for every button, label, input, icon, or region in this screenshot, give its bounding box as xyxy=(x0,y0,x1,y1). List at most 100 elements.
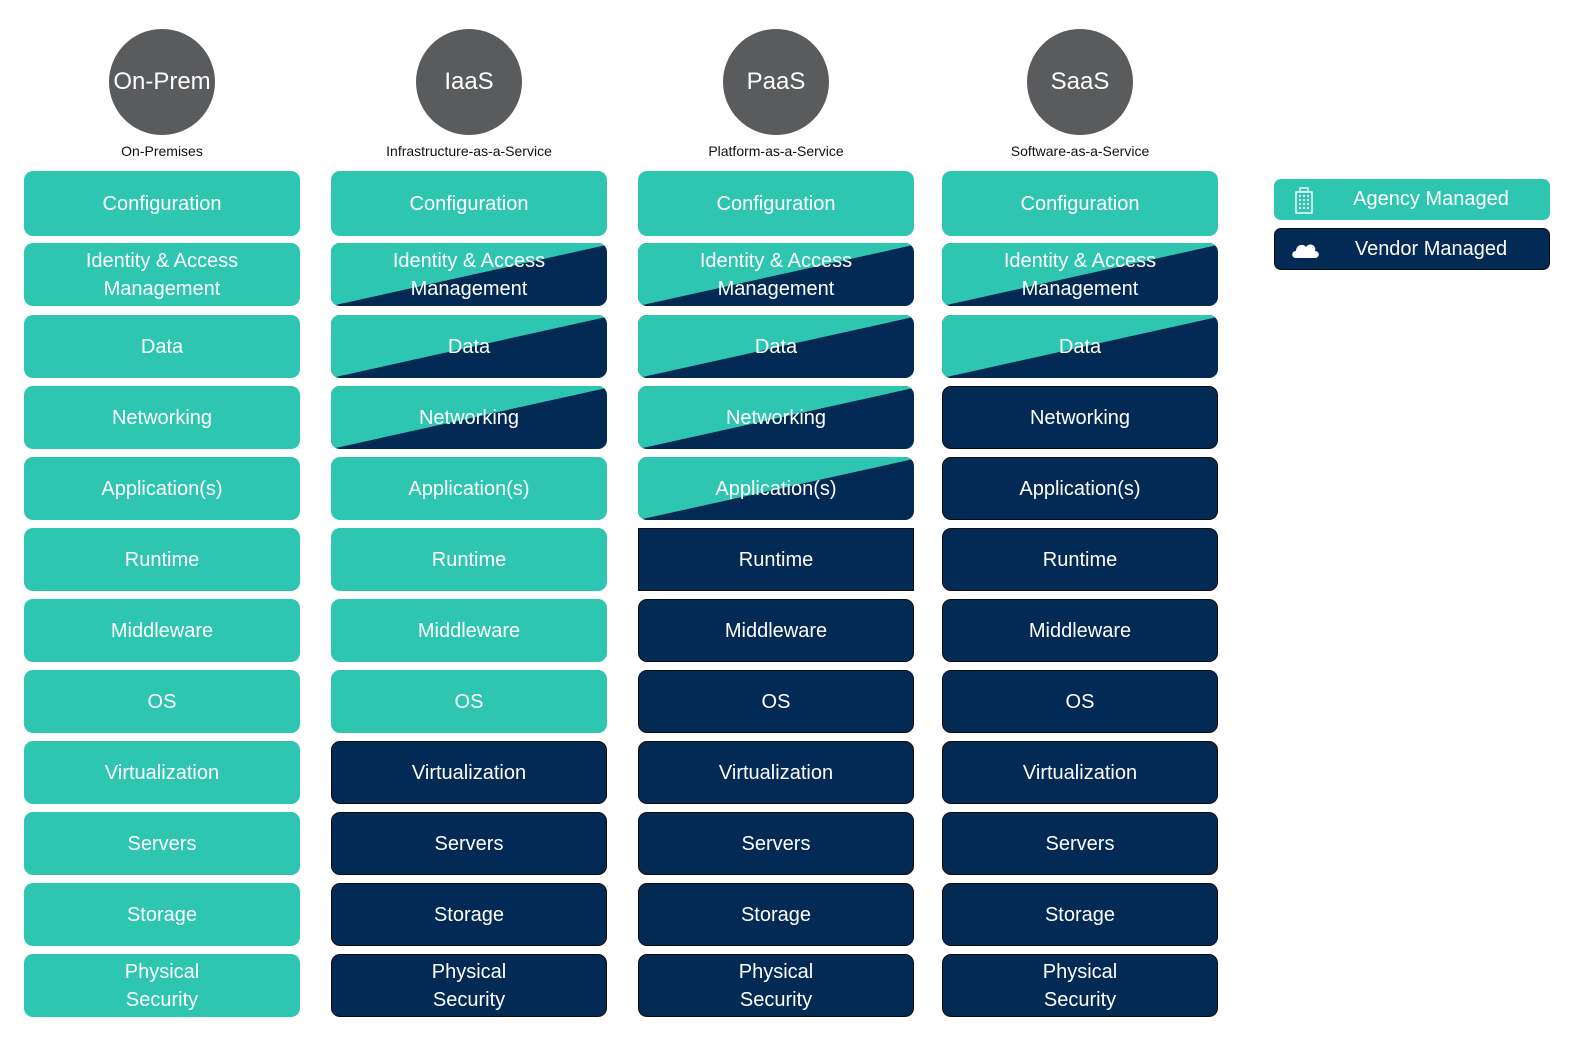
layer-label: Identity & Access Management xyxy=(85,249,239,300)
layer-label: Virtualization xyxy=(1022,761,1138,784)
layer-label: Storage xyxy=(1044,903,1116,926)
layer-tile-runtime-vendor: Runtime xyxy=(638,528,914,591)
layer-label: Runtime xyxy=(738,548,814,571)
layer-label: Middleware xyxy=(1028,619,1132,642)
layer-tile-os-vendor: OS xyxy=(942,670,1218,733)
layer-label: Runtime xyxy=(431,548,507,571)
layer-label: Application(s) xyxy=(408,477,530,500)
layer-tile-middleware-agency: Middleware xyxy=(24,599,300,662)
layer-tile-os-agency: OS xyxy=(24,670,300,733)
layer-label: Application(s) xyxy=(1019,477,1141,500)
layer-tile-os-agency: OS xyxy=(331,670,607,733)
layer-tile-application-s-vendor: Application(s) xyxy=(942,457,1218,520)
layer-tile-servers-vendor: Servers xyxy=(638,812,914,875)
cloud-icon xyxy=(1275,239,1335,259)
model-subtitle: On-Premises xyxy=(121,143,203,159)
layer-tile-configuration-agency: Configuration xyxy=(942,171,1218,236)
layer-tile-identity-access-management-shared: Identity & Access Management xyxy=(942,243,1218,306)
layer-label: Data xyxy=(1058,335,1102,358)
layer-label: OS xyxy=(454,690,484,713)
layer-label: Identity & Access Management xyxy=(699,249,853,300)
layer-label: Identity & Access Management xyxy=(392,249,546,300)
layer-tile-configuration-agency: Configuration xyxy=(24,171,300,236)
layer-tile-virtualization-vendor: Virtualization xyxy=(942,741,1218,804)
model-badge: On-Prem xyxy=(109,29,215,135)
layer-label: Data xyxy=(754,335,798,358)
layer-tile-networking-shared: Networking xyxy=(331,386,607,449)
layer-tile-servers-vendor: Servers xyxy=(331,812,607,875)
layer-label: Servers xyxy=(127,832,197,855)
building-icon xyxy=(1274,186,1334,214)
layer-tile-physical-security-agency: Physical Security xyxy=(24,954,300,1017)
layer-tile-storage-vendor: Storage xyxy=(638,883,914,946)
layer-tile-runtime-vendor: Runtime xyxy=(942,528,1218,591)
layer-label: Application(s) xyxy=(101,477,223,500)
layer-tile-virtualization-vendor: Virtualization xyxy=(638,741,914,804)
layer-label: Runtime xyxy=(1042,548,1118,571)
layer-label: Virtualization xyxy=(411,761,527,784)
layer-label: Storage xyxy=(126,903,198,926)
layer-label: Data xyxy=(447,335,491,358)
layer-label: Configuration xyxy=(102,192,222,215)
layer-tile-networking-shared: Networking xyxy=(638,386,914,449)
layer-tile-virtualization-vendor: Virtualization xyxy=(331,741,607,804)
layer-label: Physical Security xyxy=(124,960,200,1011)
layer-label: Networking xyxy=(1029,406,1131,429)
layer-tile-storage-agency: Storage xyxy=(24,883,300,946)
layer-tile-application-s-agency: Application(s) xyxy=(24,457,300,520)
layer-label: Physical Security xyxy=(1042,960,1118,1011)
layer-label: Virtualization xyxy=(104,761,220,784)
model-subtitle: Software-as-a-Service xyxy=(1010,143,1150,159)
layer-tile-physical-security-vendor: Physical Security xyxy=(942,954,1218,1017)
layer-label: OS xyxy=(761,690,791,713)
layer-label: OS xyxy=(147,690,177,713)
layer-tile-application-s-agency: Application(s) xyxy=(331,457,607,520)
layer-tile-configuration-agency: Configuration xyxy=(638,171,914,236)
layer-tile-networking-vendor: Networking xyxy=(942,386,1218,449)
layer-label: Physical Security xyxy=(738,960,814,1011)
legend-label: Vendor Managed xyxy=(1354,237,1508,260)
layer-tile-middleware-vendor: Middleware xyxy=(942,599,1218,662)
legend-vendor-managed: Vendor Managed xyxy=(1274,228,1550,270)
layer-label: Middleware xyxy=(724,619,828,642)
layer-label: Application(s) xyxy=(715,477,837,500)
model-badge: PaaS xyxy=(723,29,829,135)
layer-label: Storage xyxy=(433,903,505,926)
layer-tile-os-vendor: OS xyxy=(638,670,914,733)
layer-tile-data-shared: Data xyxy=(331,315,607,378)
layer-label: Virtualization xyxy=(718,761,834,784)
model-badge: IaaS xyxy=(416,29,522,135)
legend-label: Agency Managed xyxy=(1353,188,1509,210)
layer-label: Servers xyxy=(434,832,504,855)
layer-tile-virtualization-agency: Virtualization xyxy=(24,741,300,804)
layer-tile-middleware-agency: Middleware xyxy=(331,599,607,662)
model-badge: SaaS xyxy=(1027,29,1133,135)
layer-tile-data-shared: Data xyxy=(638,315,914,378)
layer-tile-application-s-shared: Application(s) xyxy=(638,457,914,520)
layer-label: Storage xyxy=(740,903,812,926)
layer-label: Servers xyxy=(741,832,811,855)
layer-label: Physical Security xyxy=(431,960,507,1011)
layer-tile-physical-security-vendor: Physical Security xyxy=(638,954,914,1017)
layer-tile-configuration-agency: Configuration xyxy=(331,171,607,236)
layer-tile-runtime-agency: Runtime xyxy=(331,528,607,591)
layer-label: Configuration xyxy=(409,192,529,215)
layer-tile-data-shared: Data xyxy=(942,315,1218,378)
legend-agency-managed: Agency Managed xyxy=(1274,179,1550,220)
layer-label: Servers xyxy=(1045,832,1115,855)
layer-label: Networking xyxy=(725,406,827,429)
layer-label: Networking xyxy=(418,406,520,429)
layer-tile-servers-vendor: Servers xyxy=(942,812,1218,875)
layer-label: Runtime xyxy=(124,548,200,571)
layer-tile-storage-vendor: Storage xyxy=(331,883,607,946)
layer-label: Configuration xyxy=(1020,192,1140,215)
layer-tile-runtime-agency: Runtime xyxy=(24,528,300,591)
layer-tile-data-agency: Data xyxy=(24,315,300,378)
layer-tile-identity-access-management-shared: Identity & Access Management xyxy=(331,243,607,306)
layer-label: OS xyxy=(1065,690,1095,713)
layer-label: Identity & Access Management xyxy=(1003,249,1157,300)
model-subtitle: Infrastructure-as-a-Service xyxy=(386,143,552,159)
layer-label: Middleware xyxy=(417,619,521,642)
layer-tile-middleware-vendor: Middleware xyxy=(638,599,914,662)
layer-tile-storage-vendor: Storage xyxy=(942,883,1218,946)
